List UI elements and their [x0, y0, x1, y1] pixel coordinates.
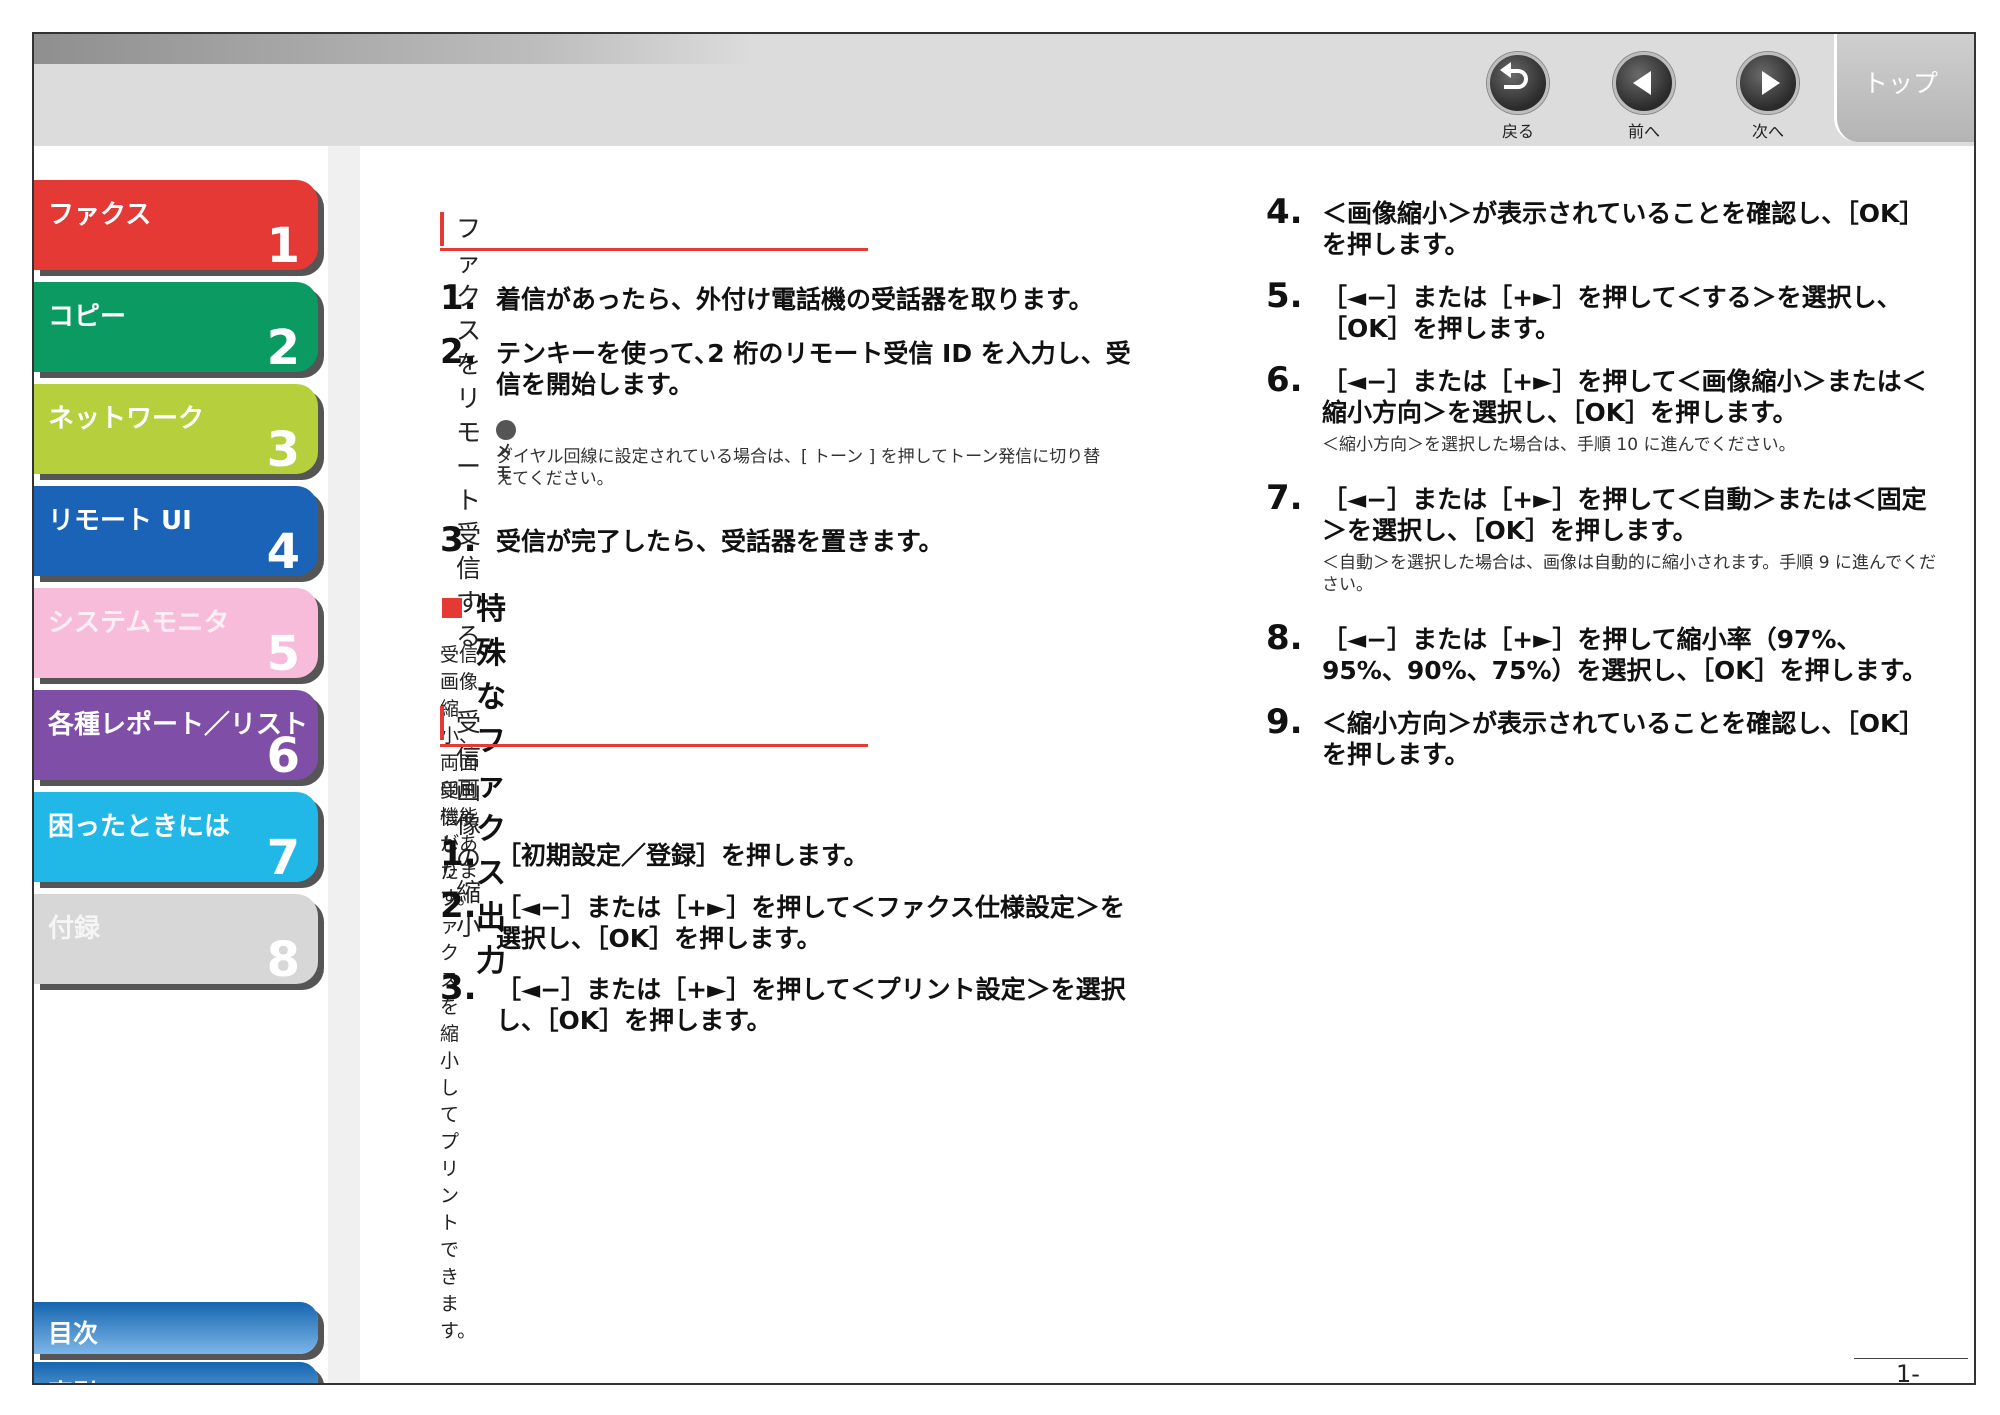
prev-label: 前へ — [1627, 122, 1660, 141]
toolbar-gradient — [34, 34, 754, 64]
step-number: 4. — [1266, 192, 1303, 232]
chapter-number: 5 — [266, 626, 300, 682]
chapter-number: 3 — [266, 422, 300, 478]
step-number: 9. — [1266, 702, 1303, 742]
step-number: 8. — [1266, 618, 1303, 658]
step-number: 3. — [440, 520, 477, 560]
step-number: 5. — [1266, 276, 1303, 316]
toc-label: 目次 — [48, 1319, 99, 1348]
step-number: 2. — [440, 332, 477, 372]
step-7-note: ＜自動＞を選択した場合は、画像は自動的に縮小されます。手順 9 に進んでください… — [1322, 553, 1937, 595]
chapter-title: リモート UI — [48, 506, 192, 536]
section-title-remote-receive: ファクスをリモート受信する — [440, 212, 481, 651]
prev-icon — [1613, 52, 1675, 114]
chapter-number: 6 — [266, 728, 300, 784]
step-text: テンキーを使って､2 桁のリモート受信 ID を入力し、受信を開始します。 — [496, 339, 1131, 399]
chapter-tab-6[interactable]: 各種レポート／リスト 6 — [34, 690, 318, 784]
chapter-title: システムモニタ — [48, 608, 230, 638]
chapter-tab-5[interactable]: システムモニタ 5 — [34, 588, 318, 682]
index-label: 索引 — [48, 1374, 98, 1383]
step-text: ［◄−］または［+►］を押して縮小率（97%、95%、90%、75%）を選択し、… — [1322, 625, 1928, 685]
section-underline — [440, 248, 868, 251]
step-text: 着信があったら、外付け電話機の受話器を取ります。 — [496, 285, 1094, 314]
step-number: 1. — [440, 278, 477, 318]
step-text: ［◄−］または［+►］を押して＜画像縮小＞または＜縮小方向＞を選択し、［OK］を… — [1322, 367, 1927, 427]
index-button[interactable]: 索引 — [34, 1362, 318, 1383]
back-icon — [1487, 52, 1549, 114]
sidebar: ファクス 1 コピー 2 ネットワーク 3 リモート UI 4 システムモニタ … — [34, 146, 328, 1383]
step-text: ［◄−］または［+►］を押して＜プリント設定＞を選択し、［OK］を押します。 — [496, 975, 1126, 1035]
back-button[interactable]: 戻る — [1478, 52, 1558, 142]
section-title-reduce: 受信画像の縮小 — [440, 706, 481, 941]
top-toolbar: 戻る 前へ 次へ トップ — [34, 34, 1974, 146]
step-text: 受信が完了したら、受話器を置きます。 — [496, 527, 944, 556]
step-number: 3. — [440, 968, 477, 1008]
chapter-title: コピー — [48, 302, 127, 332]
chapter-title: 付録 — [48, 914, 101, 944]
chapter-tab-1[interactable]: ファクス 1 — [34, 180, 318, 274]
chapter-title: 困ったときには — [48, 812, 231, 842]
step-text: ［◄−］または［+►］を押して＜ファクス仕様設定＞を選択し、［OK］を押します。 — [496, 893, 1125, 953]
chapter-title: ファクス — [48, 200, 152, 230]
next-button[interactable]: 次へ — [1728, 52, 1808, 142]
chapter-number: 1 — [266, 218, 300, 274]
section-underline — [440, 744, 868, 747]
step-text: ［◄−］または［+►］を押して＜する＞を選択し、［OK］を押します。 — [1322, 283, 1902, 343]
chapter-tab-8[interactable]: 付録 8 — [34, 894, 318, 988]
chapter-tab-4[interactable]: リモート UI 4 — [34, 486, 318, 580]
step-text: ＜縮小方向＞が表示されていることを確認し、［OK］を押します。 — [1322, 709, 1925, 769]
next-label: 次へ — [1751, 122, 1784, 141]
step-number: 1. — [440, 834, 477, 874]
step-text: ＜画像縮小＞が表示されていることを確認し、［OK］を押します。 — [1322, 199, 1925, 259]
step-text: ［◄−］または［+►］を押して＜自動＞または＜固定＞を選択し、［OK］を押します… — [1322, 485, 1927, 545]
heading-marker — [442, 598, 462, 618]
next-icon — [1737, 52, 1799, 114]
back-label: 戻る — [1501, 122, 1534, 141]
top-tab[interactable]: トップ — [1834, 34, 1974, 142]
chapter-number: 8 — [266, 932, 300, 988]
chapter-tab-2[interactable]: コピー 2 — [34, 282, 318, 376]
page-frame: 戻る 前へ 次へ トップ ファクス 1 コピー 2 ネットワーク 3 リモート … — [32, 32, 1976, 1385]
chapter-title: ネットワーク — [48, 404, 205, 434]
chapter-number: 4 — [266, 524, 300, 580]
chapter-number: 7 — [266, 830, 300, 886]
page-number: 1-11 — [1896, 1360, 1920, 1385]
chapter-tab-3[interactable]: ネットワーク 3 — [34, 384, 318, 478]
pencil-icon — [496, 419, 516, 440]
step-number: 6. — [1266, 360, 1303, 400]
top-tab-label: トップ — [1863, 69, 1939, 98]
step-number: 2. — [440, 886, 477, 926]
step-6-note: ＜縮小方向＞を選択した場合は、手順 10 に進んでください。 — [1322, 435, 1796, 455]
chapter-number: 2 — [266, 320, 300, 376]
memo-text: ダイヤル回線に設定されている場合は、[ トーン ] を押してトーン発信に切り替え… — [496, 447, 1101, 489]
chapter-tab-7[interactable]: 困ったときには 7 — [34, 792, 318, 886]
page-number-rule — [1854, 1358, 1968, 1359]
toc-button[interactable]: 目次 — [34, 1302, 318, 1354]
step-text: ［初期設定／登録］を押します。 — [496, 841, 869, 870]
step-number: 7. — [1266, 478, 1303, 518]
prev-button[interactable]: 前へ — [1604, 52, 1684, 142]
